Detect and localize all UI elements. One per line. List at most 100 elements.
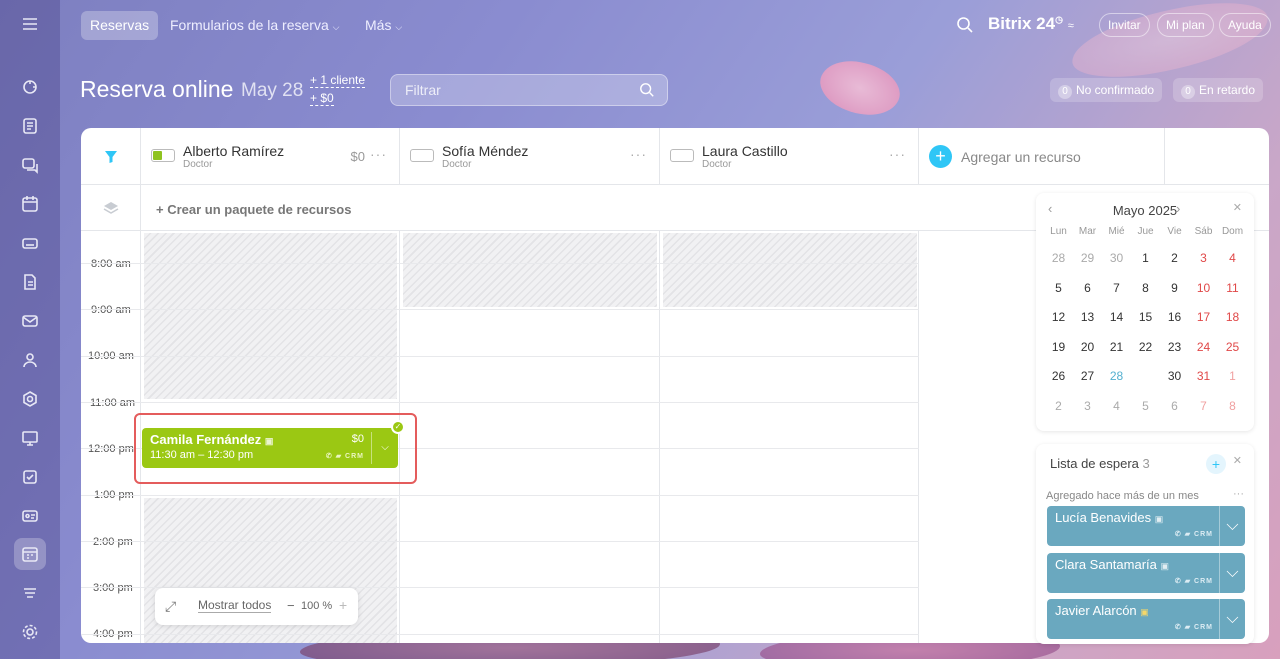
calendar-day[interactable]: 15 bbox=[1131, 304, 1160, 330]
calendar-day[interactable]: 7 bbox=[1102, 275, 1131, 301]
calendar-day[interactable]: 4 bbox=[1218, 245, 1247, 271]
add-waitlist-button[interactable]: + bbox=[1206, 454, 1226, 474]
chat-icon[interactable]: ▰ bbox=[336, 453, 342, 460]
drive-icon[interactable] bbox=[14, 227, 46, 259]
add-amount-link[interactable]: + $0 bbox=[310, 91, 334, 106]
calendar-day[interactable]: 1 bbox=[1218, 363, 1247, 389]
chat-bubble-icon[interactable] bbox=[14, 71, 46, 103]
calendar-day[interactable]: 28 bbox=[1044, 245, 1073, 271]
calendar-day[interactable]: 6 bbox=[1073, 275, 1102, 301]
booking-icon[interactable] bbox=[14, 538, 46, 570]
show-all-link[interactable]: Mostrar todos bbox=[198, 599, 272, 613]
stack-icon[interactable] bbox=[14, 577, 46, 609]
calendar-day[interactable]: 31 bbox=[1189, 363, 1218, 389]
more-icon[interactable]: ··· bbox=[630, 146, 647, 162]
collapse-icon[interactable]: ✕ bbox=[1233, 454, 1242, 467]
late-counter[interactable]: 0 En retardo bbox=[1173, 78, 1264, 102]
messenger-icon[interactable] bbox=[14, 149, 46, 181]
mail-icon[interactable] bbox=[14, 305, 46, 337]
calendar-day[interactable]: 9 bbox=[1160, 275, 1189, 301]
calendar-day[interactable]: 8 bbox=[1131, 275, 1160, 301]
add-client-link[interactable]: + 1 cliente bbox=[310, 73, 366, 88]
chevron-down-icon[interactable]: ⌵ bbox=[1219, 599, 1245, 639]
calendar-day[interactable]: 23 bbox=[1160, 334, 1189, 360]
calendar-day[interactable]: 1 bbox=[1131, 245, 1160, 271]
calendar-day[interactable]: 17 bbox=[1189, 304, 1218, 330]
waitlist-item[interactable]: Javier Alarcón ▣ ✆ ▰ CRM ⌵ bbox=[1047, 599, 1245, 639]
help-button[interactable]: Ayuda bbox=[1219, 13, 1271, 37]
presentation-icon[interactable] bbox=[14, 422, 46, 454]
zoom-out-button[interactable]: − bbox=[287, 598, 295, 613]
crm-icon[interactable] bbox=[14, 383, 46, 415]
add-resource-button[interactable]: + Agregar un recurso bbox=[919, 128, 1165, 185]
filter-input[interactable]: Filtrar bbox=[390, 74, 668, 106]
calendar-day[interactable]: 18 bbox=[1218, 304, 1247, 330]
tasks-icon[interactable] bbox=[14, 461, 46, 493]
my-plan-button[interactable]: Mi plan bbox=[1157, 13, 1214, 37]
calendar-day[interactable]: 21 bbox=[1102, 334, 1131, 360]
tab-reservas[interactable]: Reservas bbox=[81, 11, 159, 40]
zoom-in-button[interactable]: + bbox=[339, 597, 347, 613]
calendar-day[interactable]: 3 bbox=[1189, 245, 1218, 271]
calendar-day[interactable]: 19 bbox=[1044, 334, 1073, 360]
settings-icon[interactable] bbox=[14, 616, 46, 648]
calendar-day[interactable]: 24 bbox=[1189, 334, 1218, 360]
calendar-day[interactable]: 4 bbox=[1102, 393, 1131, 419]
chevron-down-icon[interactable]: ⌵ bbox=[371, 432, 398, 464]
calendar-day[interactable]: 25 bbox=[1218, 334, 1247, 360]
calendar-day[interactable]: 20 bbox=[1073, 334, 1102, 360]
more-icon[interactable]: ··· bbox=[1233, 488, 1244, 500]
calendar-day[interactable]: 7 bbox=[1189, 393, 1218, 419]
calendar-day[interactable]: 28 bbox=[1102, 361, 1131, 391]
header-spacer bbox=[1165, 128, 1269, 185]
tab-mas[interactable]: Más ⌵ bbox=[356, 11, 411, 40]
invite-button[interactable]: Invitar bbox=[1099, 13, 1150, 37]
calendar-day[interactable]: 29 bbox=[1131, 361, 1160, 391]
calendar-day[interactable]: 16 bbox=[1160, 304, 1189, 330]
calendar-day[interactable]: 6 bbox=[1160, 393, 1189, 419]
calendar-day[interactable]: 27 bbox=[1073, 363, 1102, 389]
calendar-day[interactable]: 30 bbox=[1160, 361, 1189, 391]
more-icon[interactable]: ··· bbox=[370, 146, 387, 162]
search-icon[interactable] bbox=[956, 16, 974, 39]
resource-header[interactable]: Laura Castillo Doctor ··· bbox=[660, 128, 919, 185]
calendar-day[interactable]: 13 bbox=[1073, 304, 1102, 330]
calendar-day[interactable]: 29 bbox=[1073, 245, 1102, 271]
calendar-icon[interactable] bbox=[14, 188, 46, 220]
tab-formularios[interactable]: Formularios de la reserva ⌵ bbox=[161, 11, 348, 40]
waitlist-item[interactable]: Clara Santamaría ▣ ✆ ▰ CRM ⌵ bbox=[1047, 553, 1245, 593]
calendar-day[interactable]: 14 bbox=[1102, 304, 1131, 330]
calendar-day[interactable]: 8 bbox=[1218, 393, 1247, 419]
calendar-day[interactable]: 30 bbox=[1102, 245, 1131, 271]
resource-header[interactable]: Alberto Ramírez Doctor $0 ··· bbox=[141, 128, 400, 185]
calendar-day[interactable]: 22 bbox=[1131, 334, 1160, 360]
waitlist-item[interactable]: Lucía Benavides ▣ ✆ ▰ CRM ⌵ bbox=[1047, 506, 1245, 546]
calendar-day[interactable]: 2 bbox=[1044, 393, 1073, 419]
create-package-link[interactable]: + Crear un paquete de recursos bbox=[156, 202, 351, 217]
resource-header[interactable]: Sofía Méndez Doctor ··· bbox=[400, 128, 660, 185]
chevron-down-icon[interactable]: ⌵ bbox=[1219, 553, 1245, 593]
booking-card[interactable]: Camila Fernández ▣ 11:30 am – 12:30 pm $… bbox=[142, 420, 405, 468]
more-icon[interactable]: ··· bbox=[889, 146, 906, 162]
calendar-day[interactable]: 10 bbox=[1189, 275, 1218, 301]
calendar-day[interactable]: 11 bbox=[1218, 275, 1247, 301]
feed-icon[interactable] bbox=[14, 110, 46, 142]
calendar-day[interactable]: 5 bbox=[1131, 393, 1160, 419]
calendar-day[interactable]: 12 bbox=[1044, 304, 1073, 330]
menu-icon[interactable] bbox=[14, 8, 46, 40]
collapse-icon[interactable]: ✕ bbox=[1233, 201, 1242, 214]
documents-icon[interactable] bbox=[14, 266, 46, 298]
unconfirmed-counter[interactable]: 0 No confirmado bbox=[1050, 78, 1163, 102]
phone-icon[interactable]: ✆ bbox=[326, 453, 333, 460]
filter-cell[interactable] bbox=[81, 128, 141, 185]
calendar-day[interactable]: 2 bbox=[1160, 245, 1189, 271]
id-card-icon[interactable] bbox=[14, 500, 46, 532]
calendar-day[interactable]: 3 bbox=[1073, 393, 1102, 419]
contacts-icon[interactable] bbox=[14, 344, 46, 376]
calendar-day[interactable]: 26 bbox=[1044, 363, 1073, 389]
calendar-day[interactable]: 5 bbox=[1044, 275, 1073, 301]
next-month-icon[interactable]: › bbox=[1176, 201, 1180, 216]
expand-icon[interactable]: ⤢ bbox=[165, 598, 176, 615]
crm-badge[interactable]: CRM bbox=[345, 453, 364, 460]
chevron-down-icon[interactable]: ⌵ bbox=[1219, 506, 1245, 546]
